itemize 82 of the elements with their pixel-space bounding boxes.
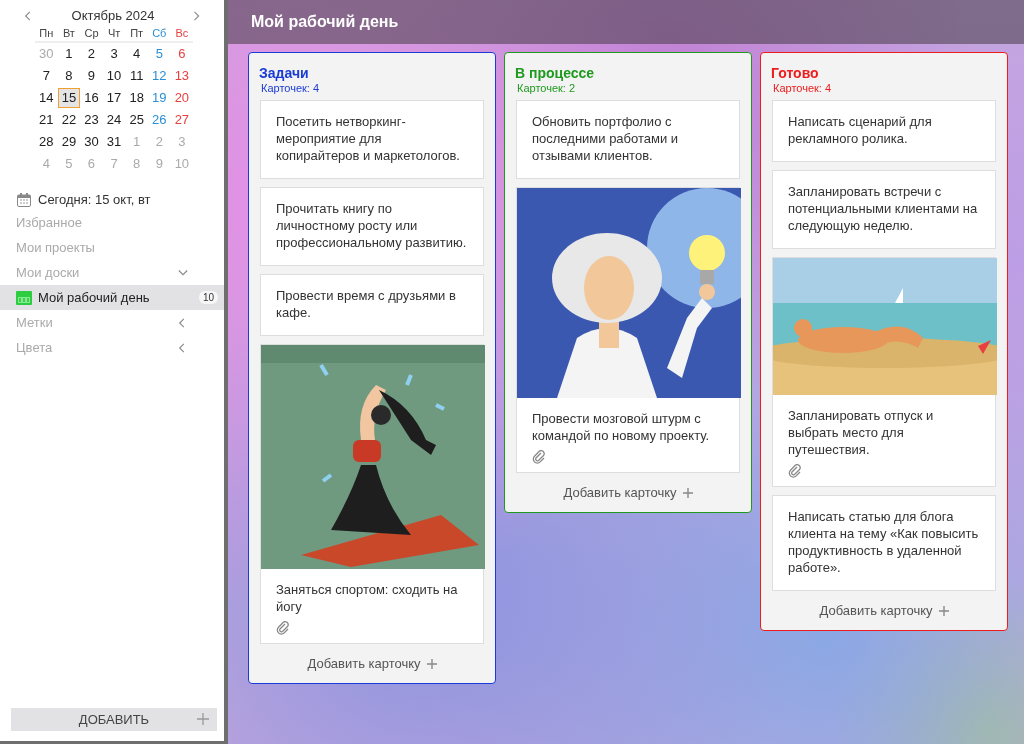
paperclip-icon [532,450,546,464]
calendar-day[interactable]: 24 [102,110,126,130]
calendar-day[interactable]: 18 [125,88,148,108]
task-card[interactable]: Посетить нетворкинг-мероприятие для копирайтеров и маркетологов. [260,100,484,179]
calendar-day[interactable]: 29 [57,132,81,152]
board-title: Мой рабочий день [251,13,399,31]
task-card[interactable]: Написать статью для блога клиента на тему «Как повысить продуктивность в удаленной работе». [772,495,996,591]
task-card[interactable]: Написать сценарий для рекламного ролика. [772,100,996,162]
calendar-day[interactable]: 6 [170,44,194,64]
card-text: Написать сценарий для рекламного ролика. [788,113,933,147]
task-card[interactable]: Запланировать встречи с потенциальными клиентами на следующую неделю. [772,170,996,249]
task-card[interactable]: Прочитать книгу по личностному росту или профессиональному развитию. [260,187,484,266]
plus-icon [682,487,693,498]
card-count: Карточек: 4 [773,82,833,94]
calendar-day[interactable]: 28 [35,132,58,152]
calendar-day[interactable]: 5 [147,44,171,64]
today-label[interactable]: Сегодня: 15 окт, вт [38,192,151,207]
calendar-day[interactable]: 19 [147,88,171,108]
calendar-day[interactable]: 9 [80,66,103,86]
card-text: Провести мозговой штурм с командой по новому проекту. [532,410,711,444]
calendar-icon [17,192,31,207]
calendar-day[interactable]: 10 [102,66,126,86]
card-text: Написать статью для блога клиента на тему «Как повысить продуктивность в удаленной работе». [788,508,980,576]
paperclip-icon [276,621,290,635]
paperclip-icon [788,464,802,478]
weekday-label: Пт [125,27,148,43]
board-item[interactable]: Мой рабочий день 10 [0,285,224,310]
add-card-button[interactable]: Добавить карточку [819,599,949,622]
calendar-day[interactable]: 1 [57,44,81,64]
calendar-day[interactable]: 12 [147,66,171,86]
task-card[interactable]: Провести время с друзьями в кафе. [260,274,484,336]
card-text: Заняться спортом: сходить на йогу [276,581,459,615]
weekday-label: Пн [35,27,58,43]
board-icon [16,290,32,305]
plus-icon [426,658,437,669]
task-card[interactable]: Провести мозговой штурм с командой по новому проекту. [516,187,740,473]
weekday-label: Ср [80,27,103,43]
card-text: Посетить нетворкинг-мероприятие для копирайтеров и маркетологов. [276,113,461,164]
weekday-label: Сб [147,27,171,43]
add-card-button[interactable]: Добавить карточку [563,481,693,504]
calendar-day[interactable]: 22 [57,110,81,130]
column-title: В процессе [515,65,596,81]
calendar-day[interactable]: 25 [125,110,148,130]
column-title: Готово [771,65,820,81]
calendar-day[interactable]: 23 [80,110,103,130]
calendar-day[interactable]: 20 [170,88,194,108]
calendar-day[interactable]: 11 [125,66,148,86]
calendar-day[interactable]: 31 [102,132,126,152]
plus-icon [938,605,949,616]
calendar-day[interactable]: 17 [102,88,126,108]
month-title: Октябрь 2024 [71,8,155,23]
add-card-button[interactable]: Добавить карточку [307,652,437,675]
card-text: Обновить портфолио с последними работами и отзывами клиентов. [532,113,680,164]
add-button[interactable]: ДОБАВИТЬ [11,708,217,731]
card-text: Провести время с друзьями в кафе. [276,287,457,321]
task-card[interactable]: Обновить портфолио с последними работами и отзывами клиентов. [516,100,740,179]
task-card[interactable]: Запланировать отпуск и выбрать место для путешествия. [772,257,996,487]
card-count: Карточек: 2 [517,82,577,94]
calendar-day[interactable]: 13 [170,66,194,86]
weekday-label: Вт [57,27,81,43]
calendar-day[interactable]: 30 [80,132,103,152]
calendar-day[interactable]: 21 [35,110,58,130]
calendar-day[interactable]: 15 [57,88,81,108]
calendar-day[interactable]: 4 [125,44,148,64]
calendar-day[interactable]: 26 [147,110,171,130]
card-text: Прочитать книгу по личностному росту или профессиональному развитию. [276,200,468,251]
column-title: Задачи [259,65,310,81]
plus-icon [197,713,209,725]
calendar-day[interactable]: 16 [80,88,103,108]
weekday-label: Вс [170,27,194,43]
card-text: Запланировать отпуск и выбрать место для путешествия. [788,407,935,458]
task-card[interactable]: Заняться спортом: сходить на йогу [260,344,484,644]
calendar-day[interactable]: 27 [170,110,194,130]
calendar-day[interactable]: 14 [35,88,58,108]
calendar-day[interactable]: 7 [35,66,58,86]
card-text: Запланировать встречи с потенциальными клиентами на следующую неделю. [788,183,979,234]
calendar-day[interactable]: 8 [57,66,81,86]
next-month-button[interactable] [192,9,202,22]
calendar-day[interactable]: 3 [102,44,126,64]
weekday-label: Чт [102,27,126,43]
calendar-day[interactable]: 2 [80,44,103,64]
card-count: Карточек: 4 [261,82,321,94]
